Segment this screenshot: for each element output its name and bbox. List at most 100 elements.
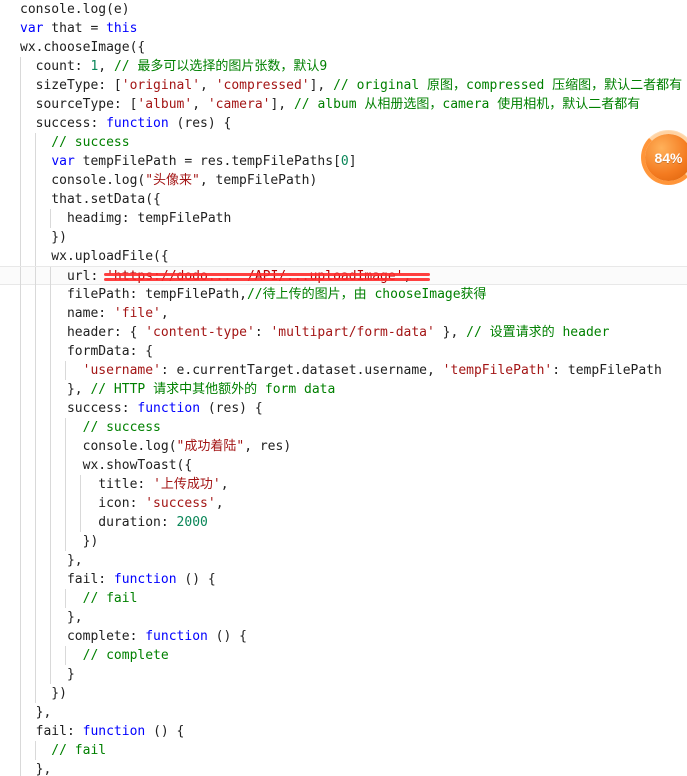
progress-value: 84%	[654, 149, 683, 166]
code-line: })	[0, 532, 687, 551]
code-text: },	[0, 551, 687, 570]
code-token-string: 'album'	[137, 97, 193, 112]
code-token-keyword: function	[82, 724, 146, 739]
progress-badge[interactable]: 84%	[641, 130, 687, 185]
code-line: that.setData({	[0, 190, 687, 209]
code-token-string: 'camera'	[207, 97, 271, 112]
code-token-comment: // 设置请求的 header	[466, 325, 610, 340]
code-token-plain: ,	[192, 97, 208, 112]
code-token-string: 'file'	[113, 306, 161, 321]
code-token-plain: headimg: tempFilePath	[20, 211, 232, 226]
code-line: wx.uploadFile({	[0, 247, 687, 266]
code-line: },	[0, 608, 687, 627]
code-text: var that = this	[0, 19, 687, 38]
code-editor[interactable]: console.log(e) var that = this wx.chooseIm…	[0, 0, 687, 776]
code-token-string: 'multipart/form-data'	[270, 325, 435, 340]
code-text: sizeType: ['original', 'compressed'], //…	[0, 76, 687, 95]
code-token-plain: console.log(	[20, 173, 146, 188]
code-line: // success	[0, 133, 687, 152]
code-token-plain: title:	[20, 477, 154, 492]
code-line: // success	[0, 418, 687, 437]
code-line: console.log("头像来", tempFilePath)	[0, 171, 687, 190]
code-token-plain: fail:	[20, 572, 114, 587]
code-token-plain: })	[20, 534, 99, 549]
code-token-plain: ,	[215, 496, 224, 511]
code-token-keyword: function	[113, 572, 177, 587]
code-token-plain: fail:	[20, 724, 83, 739]
code-token-plain: : tempFilePath	[552, 363, 662, 378]
code-text: title: '上传成功',	[0, 475, 687, 494]
code-text: console.log("成功着陆", res)	[0, 437, 687, 456]
code-token-comment: // complete	[20, 648, 169, 663]
code-token-plain: that =	[43, 21, 107, 36]
code-text: })	[0, 532, 687, 551]
code-token-keyword: function	[145, 629, 208, 644]
code-token-plain: wx.uploadFile({	[20, 249, 169, 264]
code-token-plain: })	[20, 686, 67, 701]
code-token-plain: () {	[145, 724, 185, 739]
code-token-plain: that.setData({	[20, 192, 161, 207]
code-line: fail: function () {	[0, 570, 687, 589]
code-token-plain: wx.showToast({	[20, 458, 193, 473]
code-token-plain: header: {	[20, 325, 146, 340]
code-text: // complete	[0, 646, 687, 665]
code-text: }, // HTTP 请求中其他额外的 form data	[0, 380, 687, 399]
code-token-plain: tempFilePath = res.tempFilePaths[	[74, 154, 341, 169]
code-token-plain: , res)	[244, 439, 292, 454]
code-token-string: 'content-type'	[145, 325, 255, 340]
code-line: url: 'https://dodo... /API/...uploadImag…	[0, 266, 687, 286]
code-text: fail: function () {	[0, 570, 687, 589]
code-line: }, // HTTP 请求中其他额外的 form data	[0, 380, 687, 399]
code-line: console.log(e)	[0, 0, 687, 19]
code-token-plain: console.log(e)	[20, 2, 130, 17]
code-token-plain: : e.currentTarget.dataset.username,	[160, 363, 443, 378]
code-text: name: 'file',	[0, 304, 687, 323]
code-text: },	[0, 760, 687, 776]
code-token-plain: ,	[403, 269, 412, 284]
code-line: // complete	[0, 646, 687, 665]
code-text: // fail	[0, 589, 687, 608]
code-token-comment: // original 原图，compressed 压缩图，默认二者都有	[333, 78, 683, 93]
code-text: // success	[0, 418, 687, 437]
code-token-plain: sourceType: [	[20, 97, 138, 112]
code-token-string: "成功着陆"	[176, 439, 245, 454]
code-text: header: { 'content-type': 'multipart/for…	[0, 323, 687, 342]
code-text: var tempFilePath = res.tempFilePaths[0]	[0, 152, 687, 171]
code-line: success: function (res) {	[0, 114, 687, 133]
code-line: })	[0, 228, 687, 247]
code-text: duration: 2000	[0, 513, 687, 532]
code-token-number: 0	[340, 154, 349, 169]
code-text: that.setData({	[0, 190, 687, 209]
code-token-plain: },	[434, 325, 467, 340]
code-text: console.log("头像来", tempFilePath)	[0, 171, 687, 190]
code-token-string: '上传成功'	[153, 477, 221, 492]
code-token-plain: })	[20, 230, 67, 245]
code-token-plain: ,	[200, 78, 216, 93]
code-text: wx.uploadFile({	[0, 247, 687, 266]
code-line: fail: function () {	[0, 722, 687, 741]
code-token-plain: ]	[348, 154, 357, 169]
code-token-plain: url:	[20, 269, 107, 284]
code-token-plain: wx.chooseImage({	[20, 40, 146, 55]
code-line: wx.showToast({	[0, 456, 687, 475]
code-token-comment: // fail	[20, 591, 138, 606]
code-line: // fail	[0, 741, 687, 760]
code-text: fail: function () {	[0, 722, 687, 741]
code-line: sourceType: ['album', 'camera'], // albu…	[0, 95, 687, 114]
code-token-plain: formData: {	[20, 344, 154, 359]
code-token-comment: // 最多可以选择的图片张数，默认9	[113, 59, 328, 74]
code-line: sizeType: ['original', 'compressed'], //…	[0, 76, 687, 95]
code-line: })	[0, 684, 687, 703]
code-text: })	[0, 684, 687, 703]
code-token-string: 'tempFilePath'	[442, 363, 553, 378]
code-token-keyword: var	[20, 21, 44, 36]
code-token-string: 'username'	[82, 363, 161, 378]
code-token-plain: ,	[220, 477, 229, 492]
code-line: filePath: tempFilePath,//待上传的图片，由 choose…	[0, 285, 687, 304]
code-text: count: 1, // 最多可以选择的图片张数，默认9	[0, 57, 687, 76]
code-text: }	[0, 665, 687, 684]
code-token-plain: },	[20, 553, 83, 568]
code-token-plain: success:	[20, 116, 107, 131]
code-token-plain: name:	[20, 306, 114, 321]
